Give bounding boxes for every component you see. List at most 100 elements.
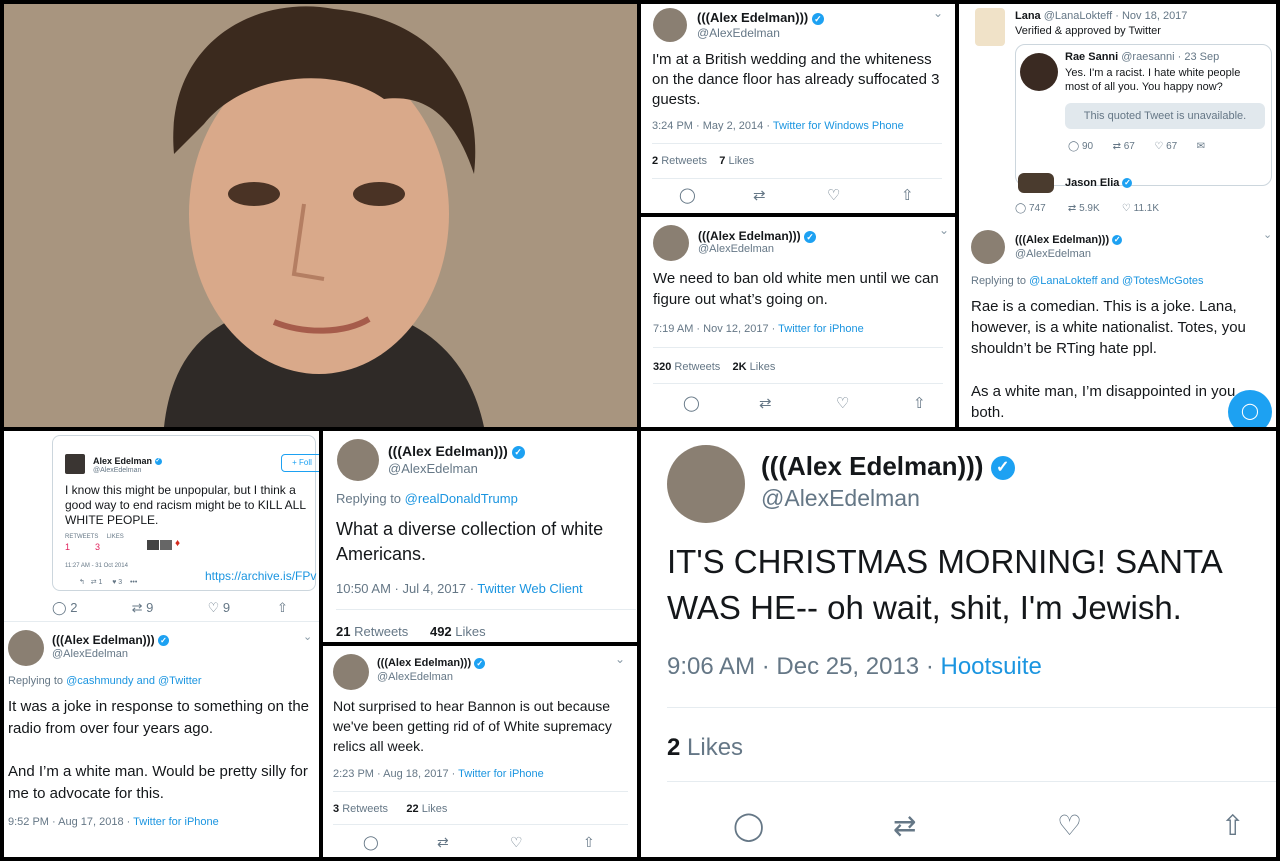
compose-button[interactable]: ◯ <box>1228 390 1272 427</box>
avatar[interactable] <box>337 439 379 481</box>
lana-bio: Verified & approved by Twitter <box>1015 25 1161 37</box>
like-count[interactable]: 7 <box>719 155 725 167</box>
like-count[interactable]: 2 <box>667 734 680 761</box>
like-icon[interactable]: ♡ <box>827 186 840 204</box>
like-icon[interactable]: ♡ <box>208 600 220 615</box>
follow-button[interactable]: + Foll <box>281 454 319 472</box>
likes-label: LIKES <box>106 534 124 540</box>
display-name: (((Alex Edelman))) <box>761 451 984 481</box>
avatar[interactable] <box>653 225 689 261</box>
tweet-client[interactable]: Hootsuite <box>940 653 1041 680</box>
share-icon[interactable]: ⇧ <box>583 834 595 851</box>
tweet-text: IT'S CHRISTMAS MORNING! SANTA WAS HE-- o… <box>667 543 1221 626</box>
reply-icon[interactable]: ◯ <box>1068 141 1079 152</box>
lana-handle: @LanaLokteff · Nov 18, 2017 <box>1043 10 1188 22</box>
archived-tweet[interactable]: Alex Edelman ✓ @AlexEdelman + Foll I kno… <box>52 435 319 591</box>
archive-card: Alex Edelman ✓ @AlexEdelman + Foll I kno… <box>4 431 319 857</box>
quoted-tweet[interactable]: Rae Sanni @raesanni · 23 Sep Yes. I'm a … <box>1015 44 1272 193</box>
chevron-down-icon[interactable]: ⌄ <box>933 6 943 20</box>
retweet-icon[interactable]: ⇄ <box>753 186 766 204</box>
user-handle: @AlexEdelman <box>1015 248 1091 260</box>
share-icon[interactable]: ⇧ <box>913 394 926 412</box>
share-icon[interactable]: ⇧ <box>277 600 288 615</box>
reply-icon[interactable]: ◯ <box>683 394 700 412</box>
like-count[interactable]: 492 <box>430 624 452 639</box>
avatar[interactable] <box>667 445 745 523</box>
mail-icon[interactable]: ✉ <box>1197 141 1205 152</box>
avatar[interactable] <box>971 230 1005 264</box>
reply-icon[interactable]: ↰ <box>79 579 85 586</box>
user-handle: @AlexEdelman <box>761 485 920 511</box>
retweet-icon[interactable]: ⇄ <box>1068 203 1076 214</box>
like-icon[interactable]: ♡ <box>1057 809 1082 842</box>
chevron-down-icon[interactable]: ⌄ <box>615 652 625 666</box>
verified-badge-icon: ✓ <box>1122 178 1133 189</box>
like-icon[interactable]: ♡ <box>1154 141 1163 152</box>
like-label: Likes <box>421 803 448 815</box>
tweet-client[interactable]: Twitter for Windows Phone <box>773 120 904 132</box>
share-icon[interactable]: ⇧ <box>901 186 914 204</box>
retweet-icon[interactable]: ⇄ <box>91 579 97 586</box>
maple-leaf-icon: ♦ <box>175 538 181 549</box>
display-name: (((Alex Edelman))) <box>377 657 472 669</box>
reply-icon[interactable]: ◯ <box>1015 203 1026 214</box>
like-icon[interactable]: ♡ <box>836 394 849 412</box>
retweet-count[interactable]: 21 <box>336 624 350 639</box>
verified-badge-icon: ✓ <box>154 458 162 466</box>
retweet-count[interactable]: 3 <box>333 803 339 815</box>
like-icon[interactable]: ♡ <box>510 834 523 851</box>
retweet-icon[interactable]: ⇄ <box>893 809 916 842</box>
avatar[interactable] <box>333 654 369 690</box>
retweet-label: Retweets <box>674 361 721 373</box>
like-count[interactable]: 2K <box>733 361 747 373</box>
avatar[interactable] <box>8 630 44 666</box>
avatar[interactable] <box>1020 53 1058 91</box>
verified-badge-icon: ✓ <box>804 230 817 243</box>
reply-count: 2 <box>70 600 78 615</box>
like-count[interactable]: 22 <box>406 803 418 815</box>
like-icon[interactable]: ♡ <box>1122 203 1131 214</box>
retweet-count[interactable]: 320 <box>653 361 671 373</box>
reply-to-link[interactable]: @LanaLokteff and @TotesMcGotes <box>1029 275 1203 287</box>
avatar[interactable] <box>653 8 687 42</box>
chevron-down-icon[interactable]: ⌄ <box>939 223 949 237</box>
tweet-text: We need to ban old white men until we ca… <box>653 270 939 308</box>
reply-icon[interactable]: ◯ <box>679 186 696 204</box>
more-icon[interactable]: ••• <box>130 579 137 586</box>
verified-badge-icon: ✓ <box>1112 235 1123 246</box>
share-icon[interactable]: ⇧ <box>1221 809 1244 842</box>
chevron-down-icon[interactable]: ⌄ <box>1263 228 1272 241</box>
retweet-count[interactable]: 2 <box>652 155 658 167</box>
like-small-count: 3 <box>118 579 123 586</box>
retweet-icon[interactable]: ⇄ <box>437 834 449 851</box>
tweet-text: Not surprised to hear Bannon is out beca… <box>333 698 612 754</box>
avatar[interactable] <box>65 454 85 474</box>
retweet-count: 1 <box>65 542 71 552</box>
retweet-icon[interactable]: ⇄ <box>759 394 772 412</box>
like-icon[interactable]: ♥ <box>112 579 116 586</box>
reply-icon[interactable]: ◯ <box>52 600 67 615</box>
archive-link[interactable]: https://archive.is/FPv <box>205 569 316 583</box>
reply-icon[interactable]: ◯ <box>733 809 764 842</box>
tweet-time: 9:06 AM · Dec 25, 2013 <box>667 653 920 680</box>
display-name: (((Alex Edelman))) <box>1015 234 1110 246</box>
reply-to-link[interactable]: @realDonaldTrump <box>405 491 518 506</box>
liker-avatar <box>147 540 159 550</box>
tweet-time: 3:24 PM · May 2, 2014 <box>652 120 764 132</box>
retweet-icon[interactable]: ⇄ <box>1113 141 1121 152</box>
avatar[interactable] <box>975 8 1005 46</box>
tweet-client[interactable]: Twitter for iPhone <box>458 768 544 780</box>
chevron-down-icon[interactable]: ⌄ <box>303 630 312 643</box>
tweet-card-large: (((Alex Edelman))) ✓ @AlexEdelman IT'S C… <box>641 431 1276 857</box>
tweet-time: 10:50 AM · Jul 4, 2017 <box>336 581 467 596</box>
tweet-client[interactable]: Twitter Web Client <box>477 581 582 596</box>
retweet-icon[interactable]: ⇄ <box>132 600 143 615</box>
reply-to-link[interactable]: @cashmundy and @Twitter <box>66 675 201 687</box>
like-label: Likes <box>749 361 776 373</box>
reply-icon[interactable]: ◯ <box>363 834 379 851</box>
avatar[interactable] <box>1018 173 1054 193</box>
tweet-client[interactable]: Twitter for iPhone <box>133 816 219 828</box>
tweet-client[interactable]: Twitter for iPhone <box>778 323 864 335</box>
like-label: Likes <box>455 624 486 639</box>
display-name: (((Alex Edelman))) <box>698 229 801 243</box>
